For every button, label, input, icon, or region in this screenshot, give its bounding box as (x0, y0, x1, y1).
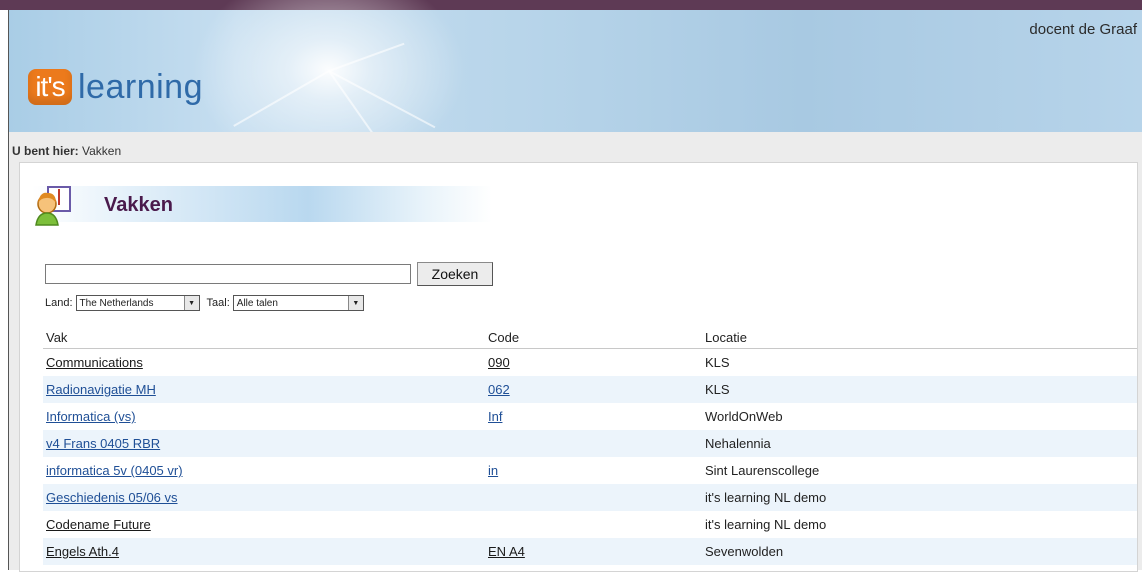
table-row: Communications 090 KLS (43, 349, 1137, 376)
column-header-vak[interactable]: Vak (46, 328, 67, 346)
cell-code: in (488, 457, 498, 484)
course-link[interactable]: Informatica (vs) (46, 409, 136, 424)
search-button[interactable]: Zoeken (417, 262, 493, 286)
filter-row: Land: The Netherlands ▼ Taal: Alle talen… (45, 294, 364, 312)
cell-locatie: it's learning NL demo (705, 511, 826, 538)
itslearning-logo[interactable]: it's learning (28, 62, 203, 112)
chevron-down-icon[interactable]: ▼ (183, 296, 199, 310)
cell-vak: Communications (46, 349, 143, 376)
cell-vak: v4 Frans 0405 RBR (46, 430, 160, 457)
land-label: Land: (45, 297, 73, 309)
table-row: Geschiedenis 05/06 vs it's learning NL de… (43, 484, 1137, 511)
table-row: Codename Future it's learning NL demo (43, 511, 1137, 538)
page-title: Vakken (104, 194, 173, 216)
course-code-link[interactable]: EN A4 (488, 544, 525, 559)
cell-locatie: KLS (705, 349, 730, 376)
content-area: Vakken Zoeken Land: The Netherlands ▼ Ta… (19, 162, 1138, 572)
cell-locatie: WorldOnWeb (705, 403, 783, 430)
course-link[interactable]: Geschiedenis 05/06 vs (46, 490, 178, 505)
course-location: it's learning NL demo (705, 490, 827, 505)
cell-locatie: Nehalennia (705, 430, 771, 457)
course-location: it's learning NL demo (705, 517, 827, 532)
course-location: KLS (705, 382, 730, 397)
cell-locatie: Sevenwolden (705, 538, 783, 565)
cell-vak: Informatica (vs) (46, 403, 136, 430)
column-header-locatie[interactable]: Locatie (705, 328, 747, 346)
land-select[interactable]: The Netherlands ▼ (75, 295, 200, 311)
breadcrumb-bar: U bent hier: Vakken (8, 132, 1142, 162)
breadcrumb: U bent hier: Vakken (12, 144, 121, 158)
courses-table: Vak Code Locatie Communications 090 KLS Rad… (43, 326, 1137, 565)
header-banner: docent de Graaf it's learning (8, 0, 1142, 190)
course-link[interactable]: informatica 5v (0405 vr) (46, 463, 183, 478)
cell-code: Inf (488, 403, 502, 430)
table-header: Vak Code Locatie (43, 326, 1137, 349)
cell-locatie: it's learning NL demo (705, 484, 826, 511)
content-panel: Vakken Zoeken Land: The Netherlands ▼ Ta… (8, 162, 1142, 572)
column-header-code[interactable]: Code (488, 328, 519, 346)
course-location: WorldOnWeb (705, 409, 783, 424)
table-row: Radionavigatie MH 062 KLS (43, 376, 1137, 403)
course-code-link[interactable]: 090 (488, 355, 510, 370)
table-row: Engels Ath.4 EN A4 Sevenwolden (43, 538, 1137, 565)
course-link[interactable]: Engels Ath.4 (46, 544, 119, 559)
land-select-value: The Netherlands (79, 297, 154, 309)
chevron-down-icon[interactable]: ▼ (347, 296, 363, 310)
title-banner (32, 186, 492, 222)
cell-vak: Codename Future (46, 511, 151, 538)
table-row: informatica 5v (0405 vr) in Sint Laurensco… (43, 457, 1137, 484)
teacher-icon (35, 186, 71, 226)
cell-code: 090 (488, 349, 510, 376)
table-body: Communications 090 KLS Radionavigatie MH 062… (43, 349, 1137, 565)
cell-vak: Geschiedenis 05/06 vs (46, 484, 178, 511)
cell-code: 062 (488, 376, 510, 403)
taal-select[interactable]: Alle talen ▼ (232, 295, 364, 311)
course-location: KLS (705, 355, 730, 370)
course-link[interactable]: Radionavigatie MH (46, 382, 156, 397)
cell-locatie: KLS (705, 376, 730, 403)
course-code-link[interactable]: Inf (488, 409, 502, 424)
course-location: Sevenwolden (705, 544, 784, 559)
cell-code: EN A4 (488, 538, 525, 565)
course-link[interactable]: Codename Future (46, 517, 151, 532)
taal-label: Taal: (206, 297, 230, 309)
table-row: v4 Frans 0405 RBR Nehalennia (43, 430, 1137, 457)
cell-vak: Engels Ath.4 (46, 538, 119, 565)
cell-vak: Radionavigatie MH (46, 376, 156, 403)
logo-badge: it's (28, 69, 72, 105)
cell-vak: informatica 5v (0405 vr) (46, 457, 183, 484)
user-name[interactable]: docent de Graaf (1029, 21, 1137, 38)
logo-wordmark: learning (78, 67, 203, 106)
course-code-link[interactable]: 062 (488, 382, 510, 397)
breadcrumb-prefix: U bent hier: (12, 144, 79, 158)
breadcrumb-current: Vakken (82, 144, 122, 158)
search-input[interactable] (45, 264, 411, 284)
table-row: Informatica (vs) Inf WorldOnWeb (43, 403, 1137, 430)
course-location: Nehalennia (705, 436, 771, 451)
cell-locatie: Sint Laurenscollege (705, 457, 819, 484)
course-location: Sint Laurenscollege (705, 463, 820, 478)
course-link[interactable]: Communications (46, 355, 143, 370)
course-link[interactable]: v4 Frans 0405 RBR (46, 436, 160, 451)
taal-select-value: Alle talen (236, 297, 278, 309)
course-code-link[interactable]: in (488, 463, 498, 478)
